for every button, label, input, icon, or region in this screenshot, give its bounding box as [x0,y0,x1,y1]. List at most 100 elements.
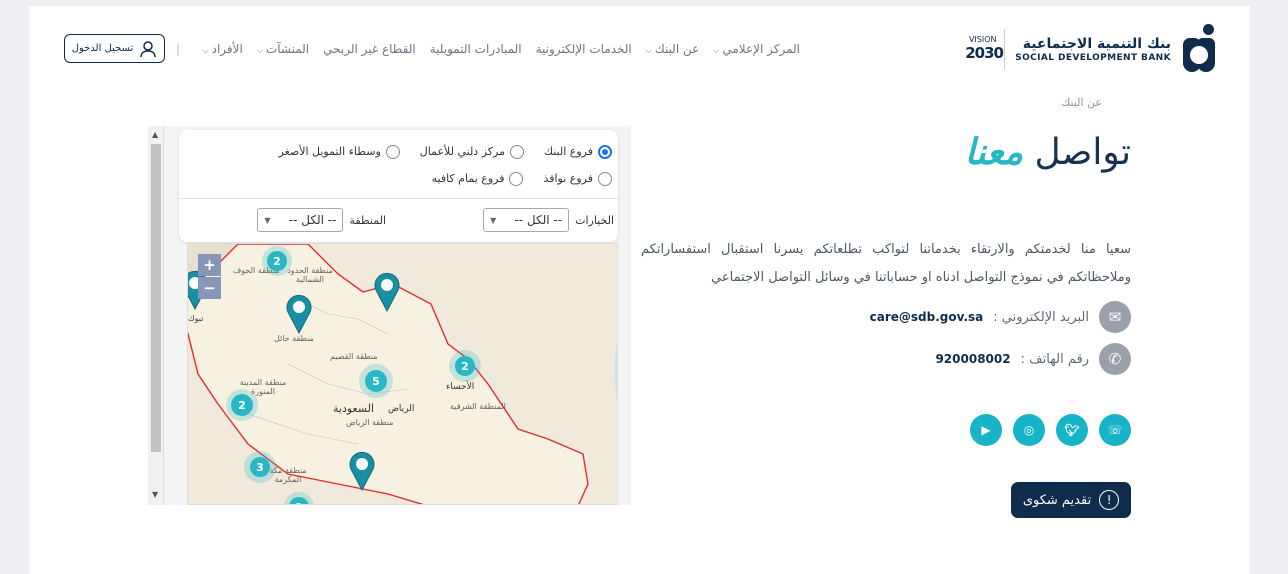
brand-name-en: SOCIAL DEVELOPMENT BANK [1015,52,1171,63]
main-nav: الأفراد⌵ المنشآت⌵ القطاع غير الربحي المب… [203,42,800,56]
map-place-label: الأحساء [446,382,475,392]
vision-year: 2030 [965,44,1004,62]
chevron-down-icon: ⌵ [256,46,263,55]
sdb-logo[interactable]: VISION 2030 بنك التنمية الاجتماعية SOCIA… [965,24,1217,74]
nav-about[interactable]: عن البنك⌵ [646,42,700,56]
title-text: تواصل [1034,132,1131,173]
map-cluster[interactable]: 3 [244,451,276,483]
region-filter: المنطقة -- الكل -- ▼ [257,208,386,232]
page: VISION 2030 بنك التنمية الاجتماعية SOCIA… [29,6,1250,574]
zoom-in-button[interactable]: + [198,254,221,276]
radio-microfinance[interactable]: وسطاء التمويل الأصغر [279,140,400,163]
region-label: المنطقة [349,213,386,227]
map-cluster[interactable]: 5 [359,364,393,398]
login-label: تسجيل الدخول [71,43,134,54]
radio-yamam-cafe[interactable]: فروع يمام كافيه [432,167,524,190]
login-button[interactable]: تسجيل الدخول [64,34,165,63]
nav-label: المنشآت [265,42,310,56]
radio-button[interactable] [385,144,400,159]
chevron-down-icon: ⌵ [713,46,720,55]
branch-type-radios: فروع البنك مركز دلني للأعمال وسطاء التمو… [179,130,618,194]
phone-icon: ✆ [1099,343,1131,375]
scrollbar-thumb[interactable] [151,144,161,452]
map-cluster[interactable]: 2 [226,389,258,421]
branch-map-widget: ▲ ▼ فروع البنك مركز دلني للأعمال وسطاء ا… [148,126,631,505]
options-filter: الخيارات -- الكل -- ▼ [483,208,614,232]
phone-label: رقم الهاتف : [1020,351,1089,367]
phone-contact: ✆ رقم الهاتف : 920008002 [935,343,1131,375]
options-value: -- الكل -- [514,213,563,227]
nav-financing-initiatives[interactable]: المبادرات التمويلية [430,42,522,56]
cluster-count: 2 [455,356,475,376]
radio-button[interactable] [598,171,612,186]
title-accent: معنا [964,132,1024,173]
map-pin-icon[interactable] [349,451,375,491]
region-select[interactable]: -- الكل -- ▼ [257,208,344,232]
cluster-count: 1 [289,497,309,504]
map-pin-icon[interactable] [374,272,400,312]
radio-button[interactable] [509,144,524,159]
filter-divider [179,198,618,199]
nav-label: الأفراد [211,42,243,56]
scroll-down-arrow-icon[interactable]: ▼ [152,490,158,499]
radio-dalni-center[interactable]: مركز دلني للأعمال [420,140,524,163]
radio-button[interactable] [509,171,524,186]
user-icon [140,40,157,57]
nav-label: القطاع غير الربحي [323,42,416,56]
radio-button[interactable] [598,144,612,159]
options-select[interactable]: -- الكل -- ▼ [483,208,570,232]
page-title: تواصل معنا [965,132,1131,173]
radio-label: وسطاء التمويل الأصغر [278,145,381,158]
nav-label: الخدمات الإلكترونية [535,42,632,56]
radio-label: فروع يمام كافيه [431,172,505,185]
vision-label: VISION [968,35,997,44]
radio-label: مركز دلني للأعمال [419,145,505,158]
cluster-count: 2 [231,394,253,416]
map-pin-icon[interactable] [286,294,312,334]
breadcrumb[interactable]: عن البنك [1061,96,1102,109]
region-value: -- الكل -- [288,213,337,227]
page-description: سعيا منا لخدمتكم والارتقاء بخدماتنا لتوا… [641,242,1131,285]
brand-name-ar: بنك التنمية الاجتماعية [1022,35,1171,52]
cluster-count: 5 [365,370,387,392]
instagram-icon[interactable]: ◎ [1013,414,1045,446]
nav-enterprises[interactable]: المنشآت⌵ [257,42,309,56]
phone-link[interactable]: 920008002 [935,352,1010,366]
email-contact: ✉ البريد الإلكتروني : care@sdb.gov.sa [870,301,1131,333]
map-place-label: السعودية [333,402,375,415]
saudi-map[interactable]: منطقة الجوف منطقة الحدود الشمالية منطقة … [187,243,618,505]
map-cluster[interactable]: 2 [449,350,481,382]
whatsapp-icon[interactable]: ☏ [1099,414,1131,446]
complaint-label: تقديم شكوى [1022,492,1092,508]
cluster-count: 3 [250,457,270,477]
youtube-icon[interactable]: ▶ [970,414,1002,446]
nav-e-services[interactable]: الخدمات الإلكترونية [536,42,632,56]
chevron-down-icon: ⌵ [645,46,652,55]
map-place-label: تبوك [188,314,204,323]
email-link[interactable]: care@sdb.gov.sa [870,310,984,324]
envelope-icon: ✉ [1099,301,1131,333]
scrollbar[interactable]: ▲ ▼ [148,126,164,505]
brand-mark-icon [1181,24,1217,74]
nav-label: عن البنك [654,42,700,56]
brand-text: بنك التنمية الاجتماعية SOCIAL DEVELOPMEN… [1015,36,1171,63]
radio-bank-branches[interactable]: فروع البنك [544,140,612,163]
map-cluster[interactable]: 2 [262,246,292,276]
nav-individuals[interactable]: الأفراد⌵ [203,42,243,56]
map-place-label: منطقة القصيم [330,352,378,361]
twitter-icon[interactable]: 🐦︎ [1056,414,1088,446]
nav-media-center[interactable]: المركز الإعلامي⌵ [713,42,800,56]
caret-down-icon: ▼ [264,215,271,225]
cluster-count: 2 [267,251,287,271]
submit-complaint-button[interactable]: ! تقديم شكوى [1011,482,1131,518]
map-place-label: منطقة حائل [274,334,314,343]
email-label: البريد الإلكتروني : [993,309,1089,325]
nav-nonprofit[interactable]: القطاع غير الربحي [323,42,416,56]
zoom-out-button[interactable]: − [198,277,221,299]
map-place-label: الرياض [388,404,415,414]
scroll-up-arrow-icon[interactable]: ▲ [152,130,158,139]
nav-label: المركز الإعلامي [722,42,800,56]
caret-down-icon: ▼ [490,215,497,225]
radio-nawafith[interactable]: فروع نوافذ [543,167,612,190]
map-filter-panel: فروع البنك مركز دلني للأعمال وسطاء التمو… [179,130,618,242]
